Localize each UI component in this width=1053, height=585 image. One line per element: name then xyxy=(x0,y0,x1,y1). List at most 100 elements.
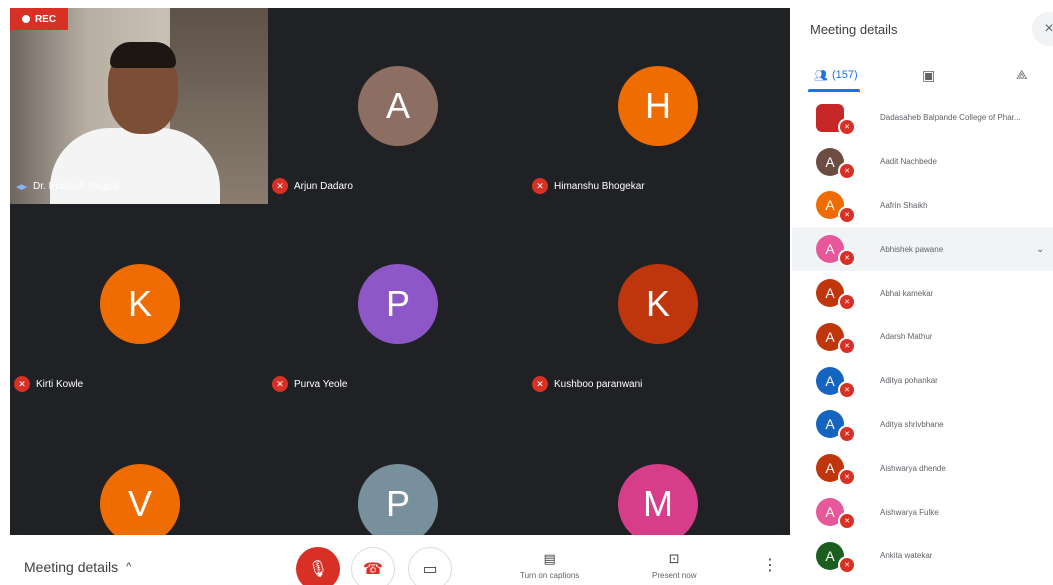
meeting-details-button[interactable]: Meeting details ^ xyxy=(24,559,131,575)
list-item[interactable]: A ✕ Aishwarya Fulke xyxy=(792,490,1053,534)
present-screen-icon: ⊡ xyxy=(668,551,680,566)
mic-off-icon: ✕ xyxy=(272,376,288,392)
mic-off-icon: ✕ xyxy=(532,178,548,194)
avatar: A xyxy=(358,66,438,146)
mic-off-icon: ✕ xyxy=(838,555,856,574)
participant-name: Kirti Kowle xyxy=(36,378,84,390)
captions-label: Turn on captions xyxy=(520,571,580,580)
mic-off-icon: ✕ xyxy=(838,424,856,443)
list-item[interactable]: A ✕ Abhishek pawane ⌄ xyxy=(792,227,1053,272)
participant-tile[interactable]: P ✕ Purva Yeole xyxy=(268,204,528,392)
participant-name: Arjun Dadaro xyxy=(294,180,353,192)
list-item[interactable]: A ✕ Aditya shrivbhane xyxy=(792,403,1053,447)
mic-off-icon: ✕ xyxy=(14,376,30,392)
panel-tabs: 👥︎ (157) ▣ ⟁ xyxy=(792,58,1053,92)
tile-name-row: ✕ Himanshu Bhogekar xyxy=(532,178,645,194)
participant-tile[interactable]: P xyxy=(268,406,528,535)
close-icon: × xyxy=(1044,20,1053,37)
mic-off-icon: ✕ xyxy=(838,293,856,312)
participant-name: Himanshu Bhogekar xyxy=(554,180,645,192)
tile-name-row: ✕ Purva Yeole xyxy=(272,376,347,392)
list-item[interactable]: A ✕ Adarsh Mathur xyxy=(792,315,1053,359)
participant-name: Abhai kamekar xyxy=(880,288,934,298)
meeting-details-label: Meeting details xyxy=(24,559,119,575)
avatar: K xyxy=(618,264,698,344)
camera-toggle-button[interactable]: ▭ xyxy=(408,547,452,585)
mic-off-icon: ✕ xyxy=(838,249,856,268)
mic-off-icon: 🎙︎ xyxy=(307,561,329,578)
participant-name: Aditya pohankar xyxy=(880,376,938,386)
microphone-toggle-button[interactable]: 🎙︎ xyxy=(296,547,340,585)
participant-name: Purva Yeole xyxy=(294,378,348,390)
close-panel-button[interactable]: × xyxy=(1032,12,1053,46)
panel-title: Meeting details xyxy=(810,22,898,37)
record-dot-icon xyxy=(21,15,30,23)
avatar: P xyxy=(358,264,438,344)
tile-name-row: ✕ Kushboo paranwani xyxy=(532,376,642,392)
mic-off-icon: ✕ xyxy=(838,118,856,136)
participant-tile[interactable]: H ✕ Himanshu Bhogekar xyxy=(528,8,788,194)
tab-activities[interactable]: ⟁ xyxy=(1016,58,1028,92)
speaker-hair xyxy=(110,42,176,68)
mic-off-icon: ✕ xyxy=(838,336,856,355)
participant-list: ✕ Dadasaheb Balpande College of Phar... … xyxy=(792,96,1053,578)
chat-icon: ▣ xyxy=(922,66,936,83)
participant-tile[interactable]: M xyxy=(528,406,788,535)
present-now-button[interactable]: ⊡ Present now xyxy=(652,551,696,580)
active-tab-indicator xyxy=(808,89,860,92)
mic-off-icon: ✕ xyxy=(532,376,548,392)
video-grid: ◂▸ Dr. Prakash Nagpal A ✕ Arjun Dadaro H… xyxy=(10,8,790,535)
mic-off-icon: ✕ xyxy=(272,178,288,194)
present-label: Present now xyxy=(652,571,697,580)
participant-tile[interactable]: A ✕ Arjun Dadaro xyxy=(268,8,528,194)
meeting-details-panel: Meeting details × 👥︎ (157) ▣ ⟁ ✕ Dadasah… xyxy=(792,0,1053,585)
participant-tile[interactable]: K ✕ Kirti Kowle xyxy=(10,204,270,392)
avatar: V xyxy=(100,464,180,535)
mic-off-icon: ✕ xyxy=(838,468,856,487)
tile-name-row: ✕ Kirti Kowle xyxy=(14,376,83,392)
tab-chat[interactable]: ▣ xyxy=(922,58,935,92)
list-item[interactable]: A ✕ Ankita watekar xyxy=(792,534,1053,578)
speaker-name: Dr. Prakash Nagpal xyxy=(33,181,120,192)
recording-badge: REC xyxy=(10,8,68,30)
call-controls-bar: Meeting details ^ 🎙︎ ☎ ▭ ▤ Turn on capti… xyxy=(0,535,792,585)
list-item[interactable]: A ✕ Aishwarya dhende xyxy=(792,446,1053,490)
avatar: M xyxy=(618,464,698,535)
avatar: H xyxy=(618,66,698,146)
participant-name: Aditya shrivbhane xyxy=(880,419,944,429)
list-item[interactable]: A ✕ Aditya pohankar xyxy=(792,359,1053,403)
chevron-up-icon: ^ xyxy=(126,561,132,573)
participant-name: Aadit Nachbede xyxy=(880,157,937,167)
chevron-down-icon[interactable]: ⌄ xyxy=(1036,244,1044,255)
speaker-video-tile[interactable]: ◂▸ Dr. Prakash Nagpal xyxy=(10,8,268,204)
more-options-icon[interactable]: ⋮ xyxy=(762,555,778,575)
captions-icon: ▤ xyxy=(543,551,556,566)
audio-wave-icon: ◂▸ xyxy=(16,181,28,193)
people-icon: 👥︎ xyxy=(814,69,828,82)
participant-name: Ankita watekar xyxy=(880,551,933,561)
list-item[interactable]: ✕ Dadasaheb Balpande College of Phar... xyxy=(792,96,1053,140)
participant-tile[interactable]: K ✕ Kushboo paranwani xyxy=(528,204,788,392)
participant-tile[interactable]: V xyxy=(10,406,270,535)
mic-off-icon: ✕ xyxy=(838,512,856,531)
mic-off-icon: ✕ xyxy=(838,205,856,224)
tab-people[interactable]: 👥︎ (157) xyxy=(814,58,858,92)
tile-name-row: ✕ Arjun Dadaro xyxy=(272,178,353,194)
list-item[interactable]: A ✕ Abhai kamekar xyxy=(792,271,1053,315)
participant-name: Adarsh Mathur xyxy=(880,332,933,342)
participant-name: Aishwarya dhende xyxy=(880,463,946,473)
phone-hangup-icon: ☎ xyxy=(363,561,383,578)
participant-name: Kushboo paranwani xyxy=(554,378,643,390)
participant-name: Aishwarya Fulke xyxy=(880,507,939,517)
speaker-name-row: ◂▸ Dr. Prakash Nagpal xyxy=(16,180,120,193)
people-count: (157) xyxy=(831,69,858,81)
list-item[interactable]: A ✕ Aafrin Shaikh xyxy=(792,184,1053,228)
recording-label: REC xyxy=(34,13,57,25)
camera-icon: ▭ xyxy=(422,561,438,578)
avatar: P xyxy=(358,464,438,535)
mic-off-icon: ✕ xyxy=(838,380,856,399)
captions-button[interactable]: ▤ Turn on captions xyxy=(520,551,579,580)
leave-call-button[interactable]: ☎ xyxy=(351,547,395,585)
participant-name: Dadasaheb Balpande College of Phar... xyxy=(880,113,1021,123)
list-item[interactable]: A ✕ Aadit Nachbede xyxy=(792,140,1053,184)
